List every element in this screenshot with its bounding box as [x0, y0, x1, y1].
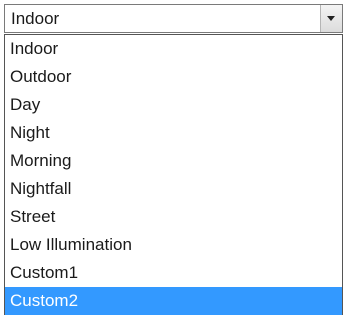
chevron-down-icon [327, 16, 335, 21]
option-item[interactable]: Custom1 [5, 259, 342, 287]
dropdown-arrow-button[interactable] [320, 5, 342, 32]
scene-mode-select[interactable]: Indoor [4, 4, 343, 33]
option-item[interactable]: Morning [5, 147, 342, 175]
option-item[interactable]: Day [5, 91, 342, 119]
option-item[interactable]: Low Illumination [5, 231, 342, 259]
option-item[interactable]: Indoor [5, 35, 342, 63]
option-item-highlighted[interactable]: Custom2 [5, 287, 342, 315]
option-item[interactable]: Nightfall [5, 175, 342, 203]
option-item[interactable]: Outdoor [5, 63, 342, 91]
option-item[interactable]: Night [5, 119, 342, 147]
dropdown-options-list: Indoor Outdoor Day Night Morning Nightfa… [4, 34, 343, 315]
select-current-value: Indoor [11, 9, 60, 28]
option-item[interactable]: Street [5, 203, 342, 231]
